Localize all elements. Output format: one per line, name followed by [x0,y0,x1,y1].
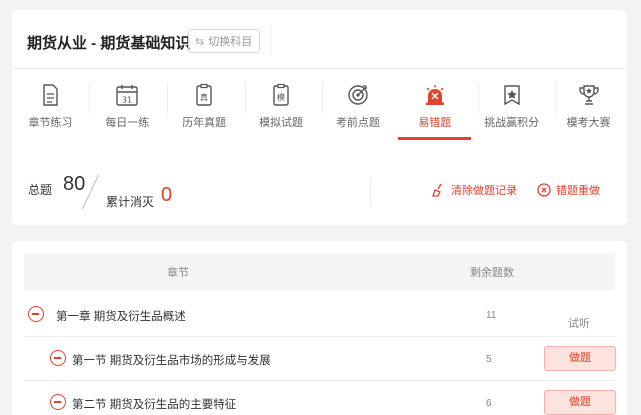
column-header-remaining: 剩余题数 [470,267,514,279]
remaining-count: 11 [486,310,497,321]
alarm-icon [425,85,444,105]
tab-divider [89,83,90,115]
tab-error-prone[interactable]: 易错题 [396,69,473,149]
tab-label: 易错题 [418,117,452,129]
chapter-title: 第一章 期货及衍生品概述 [56,311,186,323]
tab-divider [167,83,168,115]
tab-chapter-practice[interactable]: 章节练习 [12,69,89,149]
broom-icon [432,183,442,197]
document-icon [43,84,59,106]
tab-divider [478,83,479,115]
svg-text:31: 31 [122,96,132,105]
tab-label: 章节练习 [28,117,73,129]
collapse-icon[interactable] [50,350,66,366]
svg-text:真: 真 [200,92,208,102]
tab-mock-exams[interactable]: 模 模拟试题 [243,69,320,149]
tab-label: 历年真题 [182,117,227,129]
tab-daily-practice[interactable]: 31 每日一练 [89,69,166,149]
remaining-count: 6 [486,398,492,409]
collapse-icon[interactable] [28,306,44,322]
tab-label: 模拟试题 [259,117,304,129]
clear-records-label: 清除做题记录 [451,185,517,197]
column-header-chapter: 章节 [167,267,189,279]
collapse-icon[interactable] [50,394,66,410]
clipboard-zhen-icon: 真 [196,83,212,106]
eliminated-value: 0 [161,184,173,206]
table-header: 章节 剩余题数 [24,253,615,290]
table-row[interactable]: 第一章 期货及衍生品概述 11 试听 [24,293,615,337]
total-label: 总题 [28,183,53,197]
switch-subject-button[interactable]: ⇆ 切换科目 [188,29,261,53]
total-value: 80 [63,173,86,195]
trophy-icon [578,85,599,105]
tab-divider [322,83,323,115]
bookmark-star-icon [503,85,520,106]
do-questions-button[interactable]: 做题 [544,390,616,415]
remaining-count: 5 [486,354,492,365]
tab-past-exams[interactable]: 真 历年真题 [166,69,243,149]
switch-icon: ⇆ [195,35,205,48]
header-card: 期货从业 - 期货基础知识 ⇆ 切换科目 章节练习 31 每日一练 真 历年真题… [12,10,627,170]
redo-errors-button[interactable]: 错题重做 [537,182,600,198]
switch-subject-label: 切换科目 [208,36,253,48]
eliminated-label: 累计消灭 [106,195,155,209]
tab-pre-exam-points[interactable]: 考前点题 [320,69,397,149]
tab-label: 挑战赢积分 [484,117,540,129]
stats-divider [370,179,371,205]
close-circle-icon [537,183,551,197]
tab-divider [555,83,556,115]
redo-errors-label: 错题重做 [556,185,600,197]
target-icon [348,85,368,105]
title-divider [270,24,271,56]
tab-challenge[interactable]: 挑战赢积分 [473,69,550,149]
section-title: 第二节 期货及衍生品的主要特征 [72,399,237,411]
calendar-icon: 31 [116,85,139,106]
clipboard-mo-icon: 模 [273,83,289,106]
table-row[interactable]: 第二节 期货及衍生品的主要特征 6 做题 [24,381,616,415]
stats-card: 总题 80 累计消灭 0 清除做题记录 错题重做 [12,155,627,225]
svg-text:模: 模 [277,92,285,102]
tab-label: 考前点题 [335,117,380,129]
table-row[interactable]: 第一节 期货及衍生品市场的形成与发展 5 做题 [24,337,616,381]
tab-mock-contest[interactable]: 模考大赛 [550,69,627,149]
tab-label: 每日一练 [105,117,150,129]
chapter-table-card: 章节 剩余题数 第一章 期货及衍生品概述 11 试听 第一节 期货及衍生品市场的… [12,241,627,415]
section-title: 第一节 期货及衍生品市场的形成与发展 [72,355,271,367]
clear-records-button[interactable]: 清除做题记录 [432,182,517,198]
do-questions-button[interactable]: 做题 [544,346,616,371]
title-row: 期货从业 - 期货基础知识 ⇆ 切换科目 [12,10,627,70]
tab-divider [245,83,246,115]
trial-link[interactable]: 试听 [568,315,590,331]
page-title: 期货从业 - 期货基础知识 [27,35,191,52]
tab-label: 模考大赛 [566,117,611,129]
